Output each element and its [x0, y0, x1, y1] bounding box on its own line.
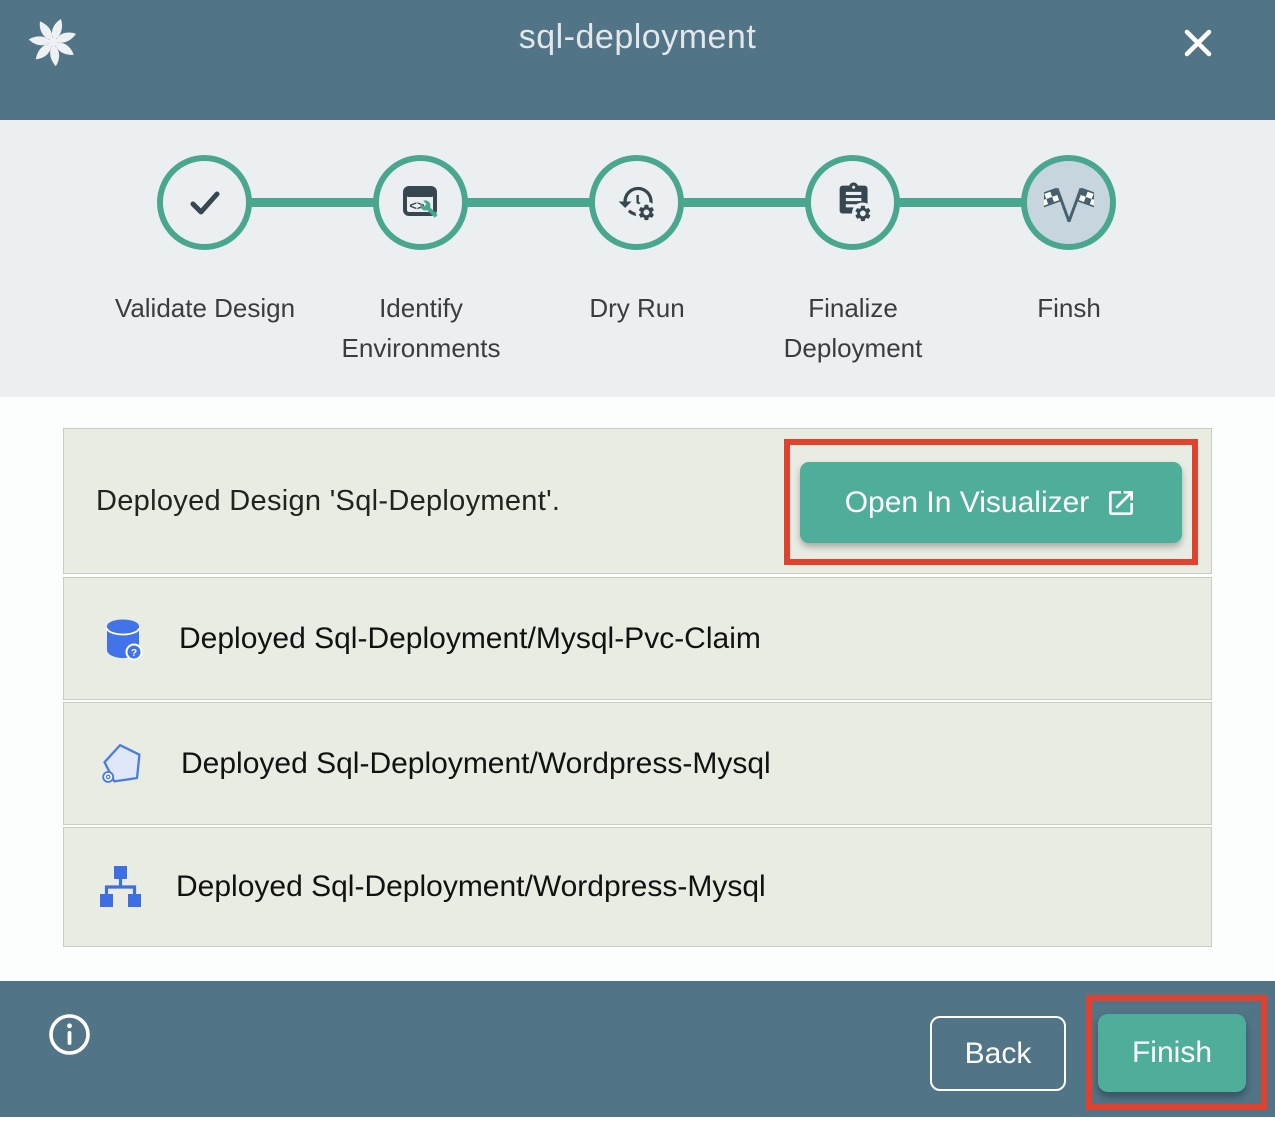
info-icon — [47, 1012, 92, 1057]
meshery-pinwheel-logo-icon — [26, 13, 80, 71]
deployed-item-text: Deployed Sql-Deployment/Wordpress-Mysql — [181, 747, 771, 781]
database-icon: ? — [101, 617, 145, 661]
deployment-wizard-modal: sql-deployment — [0, 0, 1275, 1122]
open-in-new-icon — [1105, 487, 1137, 519]
modal-header: sql-deployment — [0, 0, 1275, 120]
open-in-visualizer-label: Open In Visualizer — [845, 486, 1090, 520]
deployed-item-row-wordpress-mysql-1: Deployed Sql-Deployment/Wordpress-Mysql — [63, 702, 1212, 825]
info-button[interactable] — [47, 1012, 92, 1057]
step-label-finish: Finsh — [959, 288, 1179, 328]
wizard-stepper: <> — [0, 120, 1275, 397]
open-in-visualizer-button[interactable]: Open In Visualizer — [800, 462, 1182, 543]
finish-button[interactable]: Finish — [1098, 1014, 1246, 1092]
step-identify-environments[interactable]: <> — [373, 155, 468, 250]
deployed-item-text: Deployed Sql-Deployment/Mysql-Pvc-Claim — [179, 622, 761, 656]
close-x-icon — [1179, 24, 1217, 62]
deployed-item-row-pvc-claim: ? Deployed Sql-Deployment/Mysql-Pvc-Clai… — [63, 577, 1212, 700]
bottom-strip — [0, 1117, 1275, 1122]
pentagon-component-icon — [101, 741, 147, 787]
svg-text:?: ? — [131, 647, 137, 658]
modal-title: sql-deployment — [0, 0, 1275, 74]
code-config-icon: <> — [397, 179, 445, 227]
close-button[interactable] — [1179, 24, 1217, 62]
checkmark-icon — [181, 179, 229, 227]
step-label-validate-design: Validate Design — [95, 288, 315, 328]
step-validate-design[interactable] — [157, 155, 252, 250]
step-label-dry-run: Dry Run — [527, 288, 747, 328]
deployed-design-text: Deployed Design 'Sql-Deployment'. — [96, 485, 560, 518]
deployed-item-text: Deployed Sql-Deployment/Wordpress-Mysql — [176, 870, 766, 904]
modal-footer: Back Finish — [0, 981, 1275, 1117]
step-finalize-deployment[interactable] — [805, 155, 900, 250]
step-label-identify-environments: Identify Environments — [311, 288, 531, 369]
step-finish[interactable] — [1021, 155, 1116, 250]
deployed-item-row-wordpress-mysql-2: Deployed Sql-Deployment/Wordpress-Mysql — [63, 827, 1212, 947]
clipboard-gear-icon — [829, 179, 877, 227]
hierarchy-icon — [98, 865, 142, 909]
step-dry-run[interactable] — [589, 155, 684, 250]
checkered-flags-icon — [1044, 178, 1094, 228]
dry-run-history-gear-icon — [613, 179, 661, 227]
back-button[interactable]: Back — [930, 1016, 1066, 1091]
step-label-finalize-deployment: Finalize Deployment — [743, 288, 963, 369]
